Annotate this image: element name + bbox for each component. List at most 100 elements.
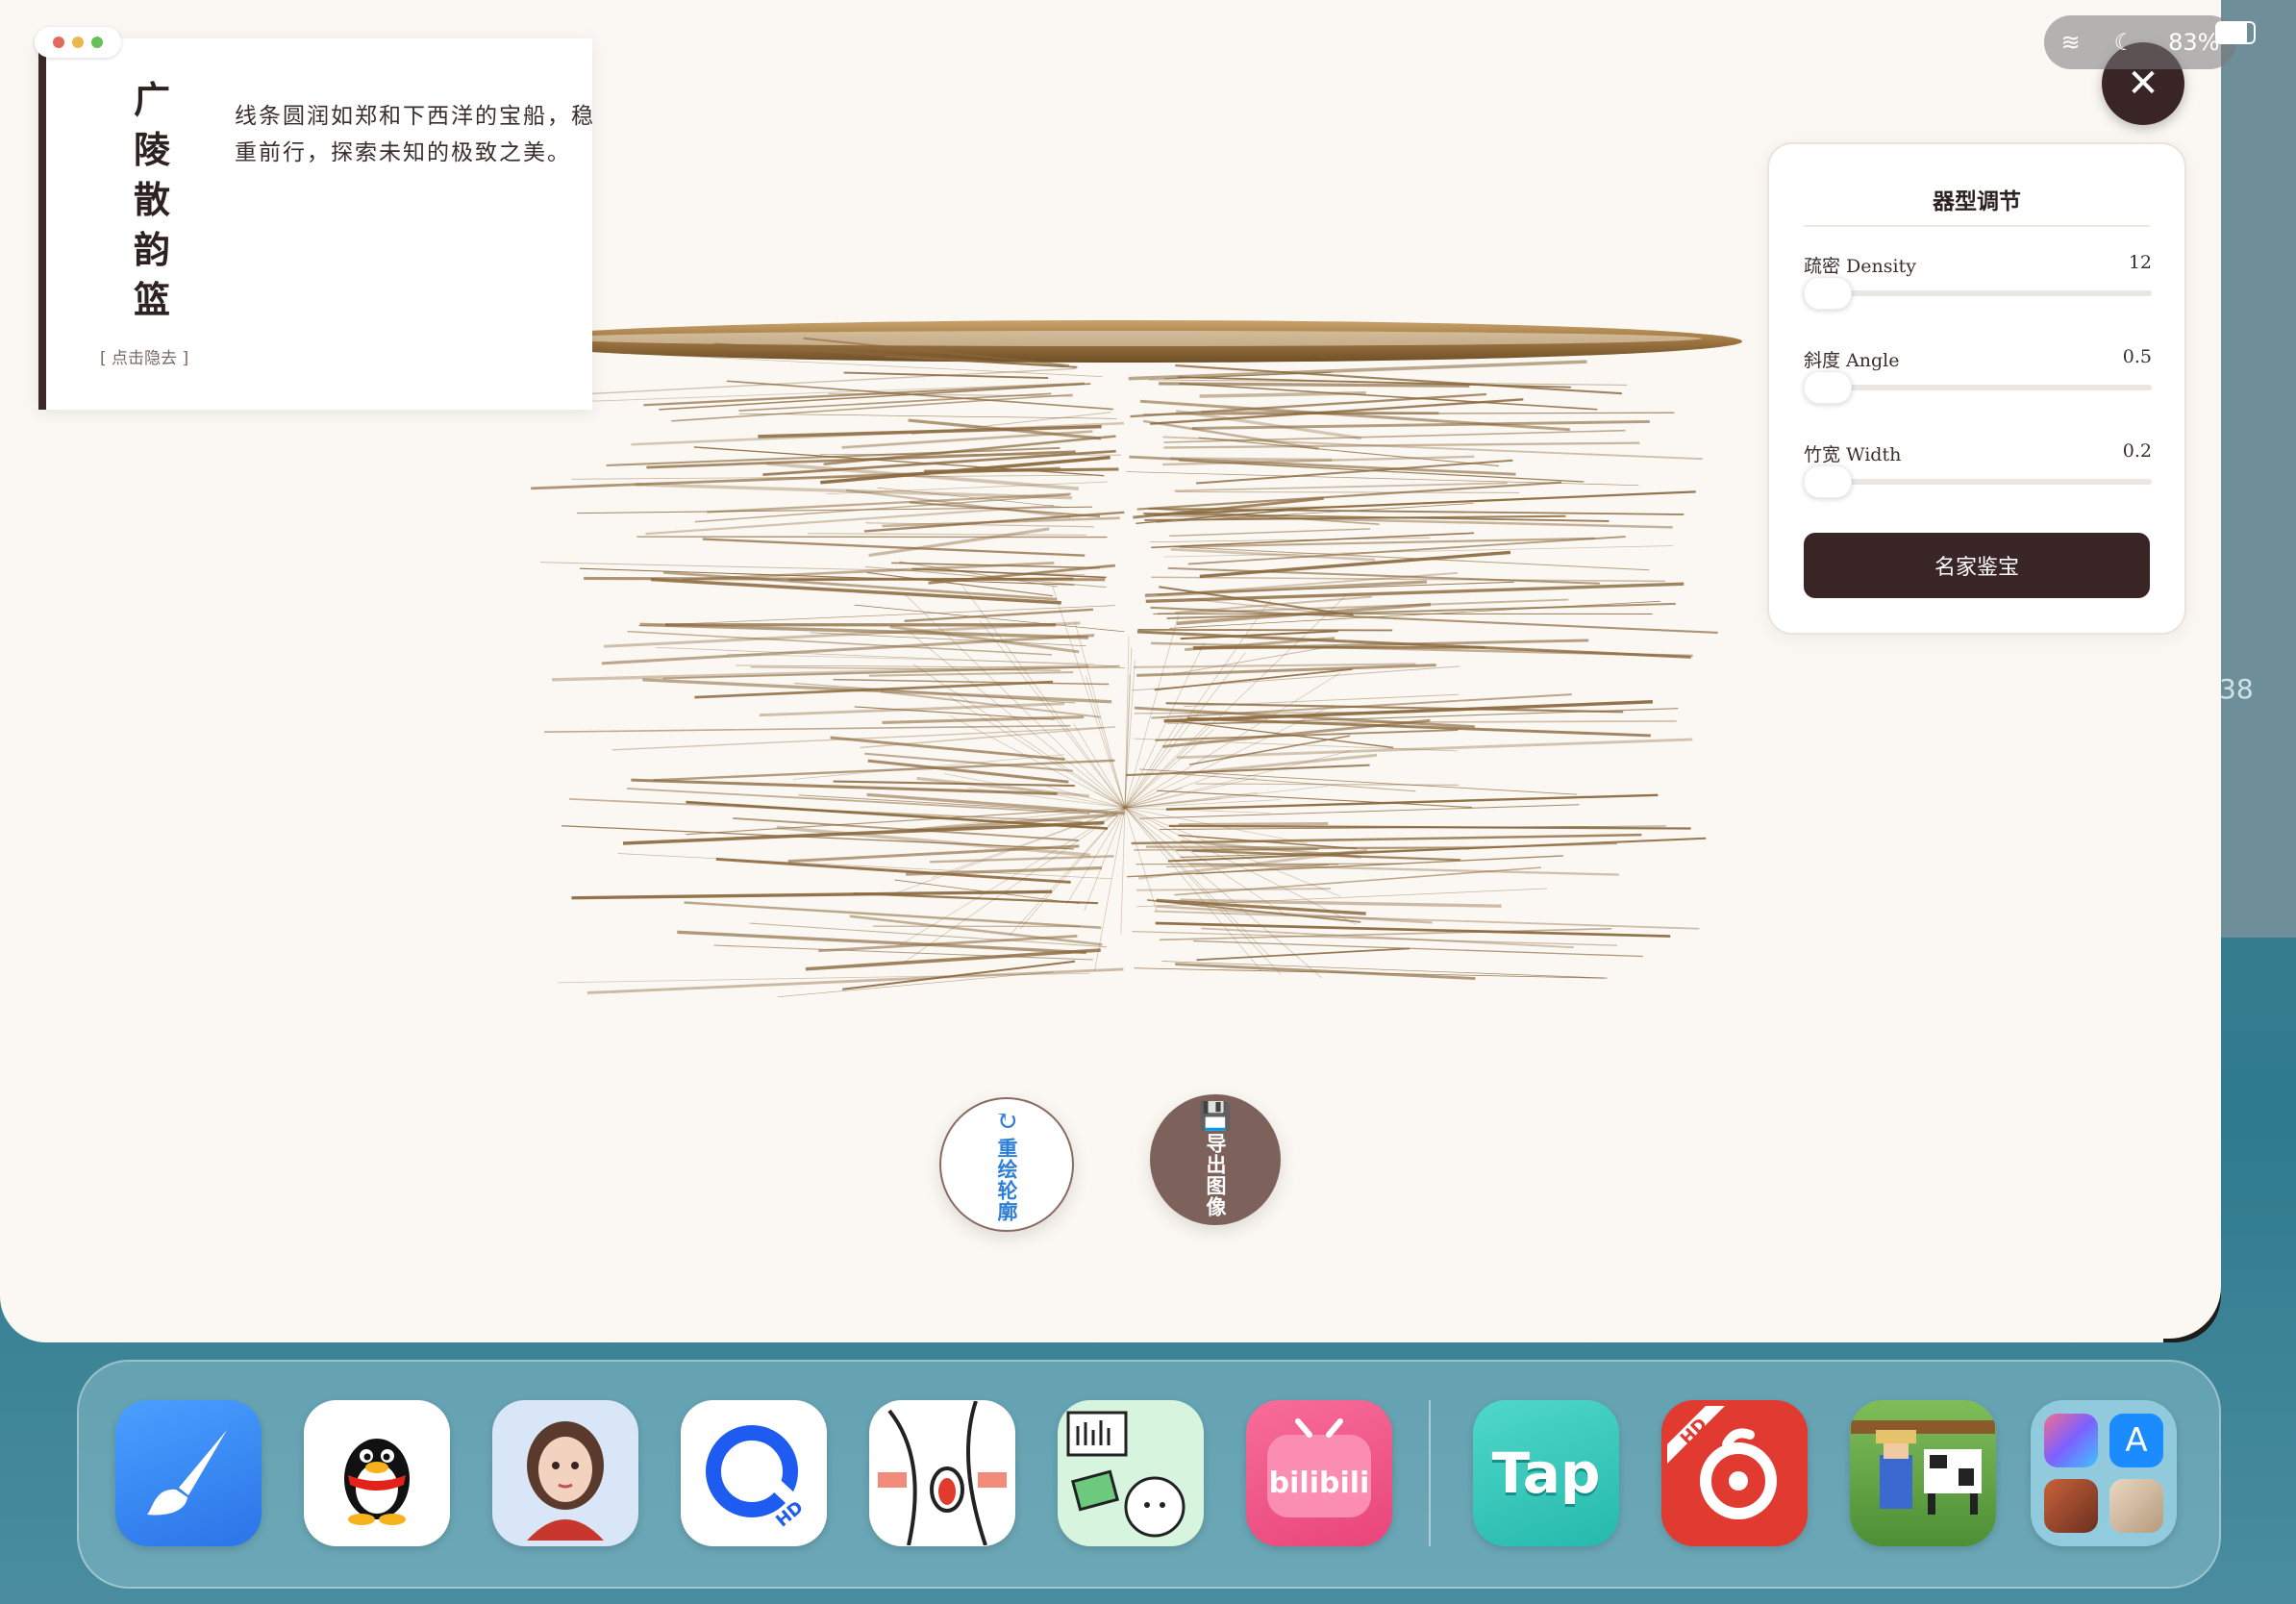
title-char: 篮	[133, 278, 170, 321]
intro-title: 广 陵 散 韵 篮	[131, 75, 173, 325]
window-controls[interactable]	[35, 27, 121, 58]
density-track[interactable]	[1804, 290, 2152, 296]
girl-avatar-icon	[527, 1421, 604, 1541]
angle-slider[interactable]: 斜度 Angle 0.5	[1804, 346, 2152, 423]
bamboo-strand	[713, 944, 1093, 961]
title-char: 散	[133, 178, 170, 221]
title-char: 韵	[133, 228, 170, 271]
bamboo-strand	[544, 724, 1071, 734]
bamboo-strand	[1124, 807, 1158, 912]
bilibili-app-icon[interactable]: bilibili	[1246, 1400, 1392, 1546]
bamboo-strand	[726, 653, 1094, 664]
expert-appraise-button[interactable]: 名家鉴宝	[1804, 533, 2150, 598]
window-close-dot[interactable]	[53, 37, 64, 48]
bamboo-strand	[1086, 675, 1126, 809]
bamboo-strand	[693, 446, 1105, 477]
bamboo-strand	[1124, 807, 1271, 958]
bamboo-strand	[1177, 738, 1693, 760]
bamboo-strand	[1167, 566, 1600, 585]
app-store-icon: A	[2109, 1414, 2163, 1467]
basket-render[interactable]	[462, 288, 1788, 1135]
window-resize-handle[interactable]	[2163, 1281, 2221, 1342]
bamboo-strand	[1196, 947, 1410, 962]
bamboo-strand	[571, 890, 1053, 900]
bamboo-strand	[1142, 419, 1319, 450]
bamboo-strand	[930, 855, 1114, 864]
bamboo-strand	[788, 577, 1074, 582]
density-value: 12	[2128, 252, 2152, 273]
floppy-disk-icon: 💾	[1198, 1100, 1233, 1132]
refresh-icon: ↻	[995, 1105, 1018, 1137]
bamboo-strand	[1193, 940, 1643, 958]
app-library-folder-icon[interactable]: A	[2031, 1400, 2177, 1546]
anime-art-app-icon[interactable]	[869, 1400, 1015, 1546]
bamboo-strand	[638, 605, 1115, 627]
width-thumb[interactable]	[1804, 465, 1852, 498]
qq-app-icon[interactable]	[304, 1400, 450, 1546]
bamboo-strand	[1138, 768, 1578, 795]
taptap-app-icon[interactable]: Tap	[1473, 1400, 1619, 1546]
bamboo-strand	[537, 367, 1077, 398]
width-value: 0.2	[2122, 440, 2152, 462]
bamboo-strand	[912, 664, 1126, 809]
shortcuts-icon	[2044, 1414, 2098, 1467]
wifi-icon: ≋	[2060, 29, 2081, 56]
bamboo-strand	[650, 577, 1061, 605]
export-image-button[interactable]: 💾 导出图像	[1150, 1094, 1281, 1225]
bamboo-strand	[1151, 576, 1666, 583]
window-minimize-dot[interactable]	[72, 37, 84, 48]
angle-thumb[interactable]	[1804, 371, 1852, 404]
anime-face-icon	[878, 1401, 1007, 1545]
density-slider[interactable]: 疏密 Density 12	[1804, 252, 2152, 329]
bilibili-wordmark: bilibili	[1269, 1466, 1370, 1500]
avatar-app-icon[interactable]	[492, 1400, 638, 1546]
angle-label: 斜度 Angle	[1804, 350, 1900, 371]
bamboo-strand	[1134, 967, 1605, 979]
density-label: 疏密 Density	[1804, 256, 1916, 277]
hd-browser-app-icon[interactable]: HD	[681, 1400, 827, 1546]
export-label: 导出图像	[1204, 1133, 1227, 1217]
farm-game-app-icon[interactable]	[1850, 1400, 1996, 1546]
width-track[interactable]	[1804, 479, 2152, 485]
brush-icon	[147, 1430, 227, 1516]
bamboo-strand	[585, 383, 1064, 402]
window-zoom-dot[interactable]	[91, 37, 103, 48]
bilibili-tv-icon: bilibili	[1267, 1418, 1371, 1517]
moon-icon: ☾	[2113, 29, 2135, 56]
battery-percent: 83%	[2168, 29, 2220, 56]
title-char: 陵	[133, 128, 170, 171]
bamboo-strand	[1176, 490, 1519, 493]
angle-value: 0.5	[2122, 346, 2152, 367]
width-label: 竹宽 Width	[1804, 444, 1902, 465]
bamboo-strand	[1124, 729, 1214, 809]
width-slider[interactable]: 竹宽 Width 0.2	[1804, 440, 2152, 517]
bamboo-strand	[868, 527, 1050, 558]
intro-description: 线条圆润如郑和下西洋的宝船，稳重前行，探索未知的极致之美。	[235, 104, 595, 165]
bamboo-strand	[777, 971, 1054, 997]
bamboo-strand	[1124, 807, 1282, 975]
paint-brush-app-icon[interactable]	[115, 1400, 262, 1546]
folder-grid: A	[2044, 1414, 2163, 1533]
hide-intro-link[interactable]: [ 点击隐去 ]	[100, 344, 188, 368]
music-logo-icon: HD	[1667, 1406, 1777, 1519]
game-character-icon	[2044, 1479, 2098, 1533]
sticker-app-icon[interactable]	[1058, 1400, 1204, 1546]
bamboo-strand	[889, 807, 1126, 896]
netease-music-app-icon[interactable]: HD	[1661, 1400, 1808, 1546]
status-bar: ≋ ☾ 83%	[2044, 15, 2236, 69]
penguin-icon	[344, 1439, 410, 1525]
bamboo-strand	[759, 702, 1065, 717]
bamboo-strand	[833, 678, 1110, 686]
shape-adjust-panel: 器型调节 疏密 Density 12 斜度 Angle 0.5 竹宽 Width…	[1767, 142, 2186, 635]
redraw-outline-button[interactable]: ↻ 重绘轮廓	[939, 1097, 1074, 1232]
angle-track[interactable]	[1804, 385, 2152, 390]
dock-separator	[1429, 1400, 1431, 1546]
bamboo-strand	[1169, 528, 1371, 538]
bamboo-strand	[1163, 545, 1673, 558]
main-window: 广 陵 散 韵 篮 线条圆润如郑和下西洋的宝船，稳重前行，探索未知的极致之美。 …	[0, 0, 2221, 1342]
bamboo-strand	[1137, 628, 1393, 632]
bamboo-strands	[529, 337, 1718, 997]
density-thumb[interactable]	[1804, 277, 1852, 310]
bamboo-strand	[601, 634, 1095, 665]
bamboo-strand	[1052, 586, 1126, 809]
